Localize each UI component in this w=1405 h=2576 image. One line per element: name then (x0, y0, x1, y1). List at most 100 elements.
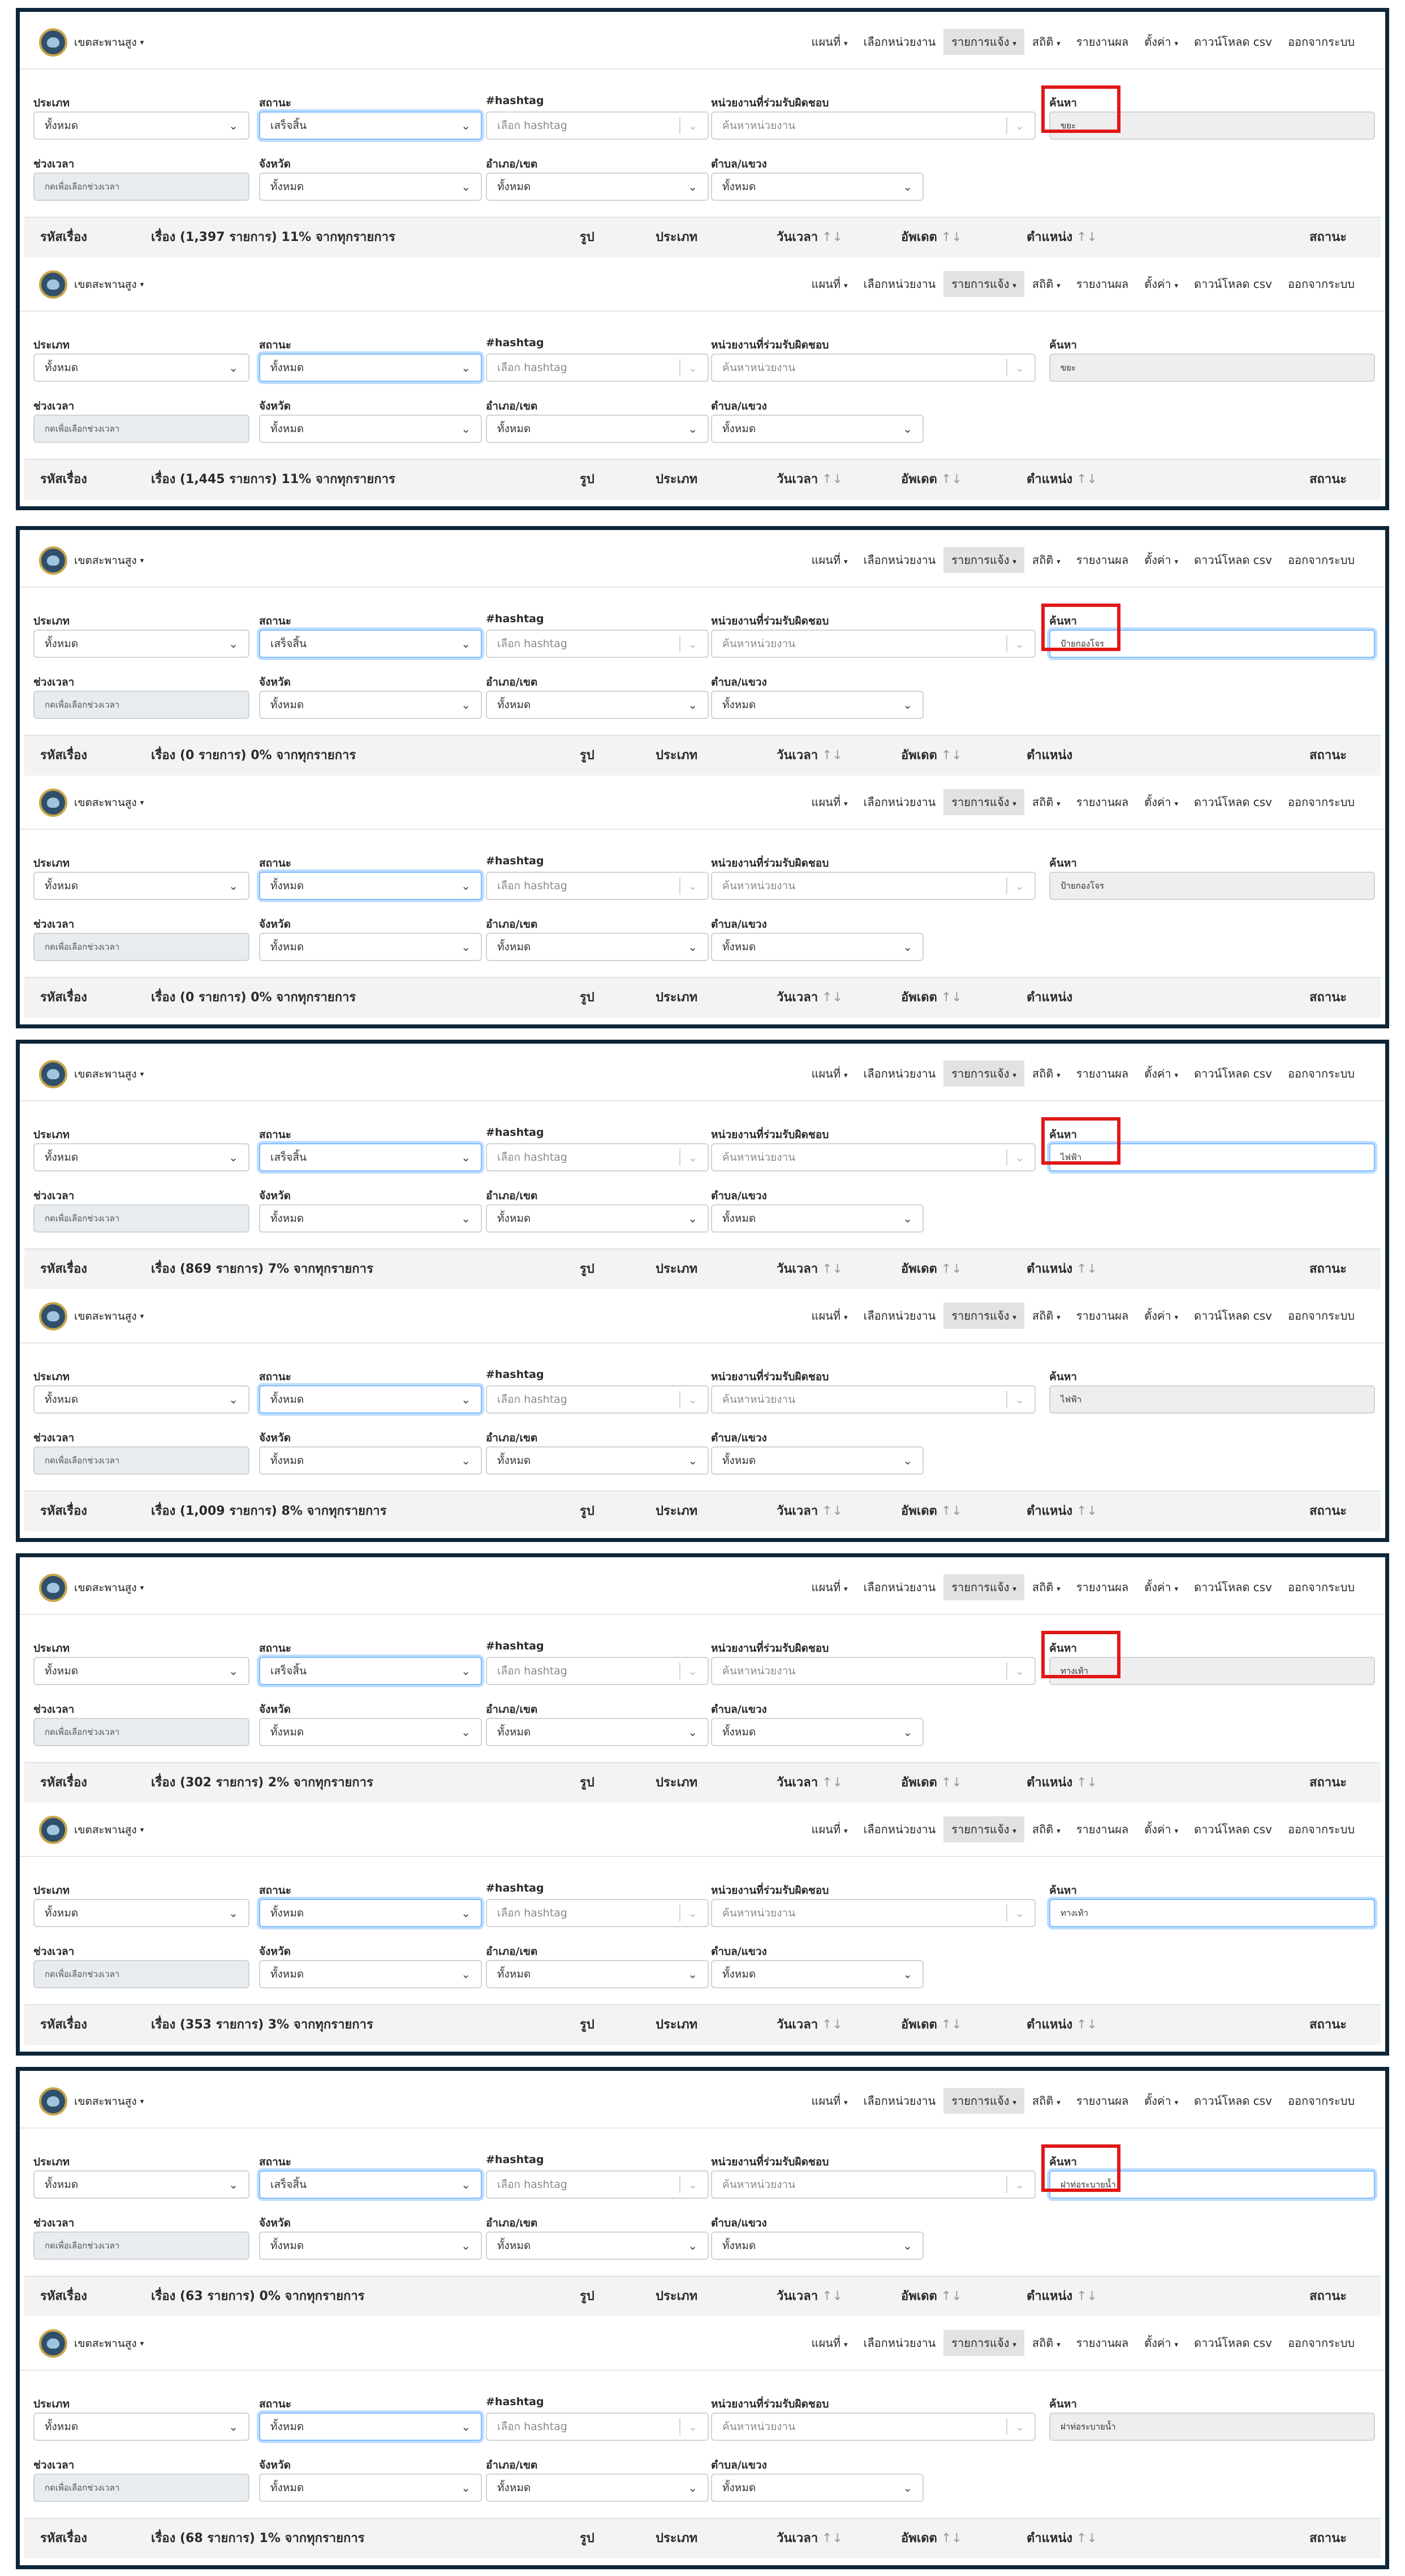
menu-logout[interactable]: ออกจากระบบ (1280, 2088, 1363, 2114)
subdistrict-select[interactable]: ทั้งหมด ⌄ (711, 933, 924, 961)
menu-results-report[interactable]: รายงานผล (1068, 789, 1136, 815)
menu-report-list[interactable]: รายการแจ้ง ▾ (943, 547, 1024, 573)
menu-select-agency[interactable]: เลือกหน่วยงาน (856, 1816, 944, 1842)
district-select[interactable]: ทั้งหมด ⌄ (486, 1718, 709, 1746)
period-picker[interactable]: กดเพื่อเลือกช่วงเวลา (33, 415, 249, 443)
status-select[interactable]: เสร็จสิ้น ⌄ (259, 630, 482, 658)
menu-statistics[interactable]: สถิติ ▾ (1024, 1574, 1068, 1600)
menu-report-list[interactable]: รายการแจ้ง ▾ (943, 1061, 1024, 1087)
menu-settings[interactable]: ตั้งค่า ▾ (1136, 789, 1186, 815)
col-summary[interactable]: เรื่อง (1,397 รายการ) 11% จากทุกรายการ (151, 218, 395, 257)
agency-select[interactable]: ค้นหาหน่วยงาน ⌄ (711, 630, 1036, 658)
province-select[interactable]: ทั้งหมด ⌄ (259, 173, 482, 201)
type-select[interactable]: ทั้งหมด ⌄ (33, 1657, 249, 1685)
province-select[interactable]: ทั้งหมด ⌄ (259, 933, 482, 961)
col-date[interactable]: วันเวลา (777, 978, 843, 1018)
col-summary[interactable]: เรื่อง (68 รายการ) 1% จากทุกรายการ (151, 2519, 365, 2558)
menu-report-list[interactable]: รายการแจ้ง ▾ (943, 29, 1024, 55)
menu-map[interactable]: แผนที่ ▾ (804, 271, 856, 297)
menu-logout[interactable]: ออกจากระบบ (1280, 1816, 1363, 1842)
col-status[interactable]: สถานะ (1309, 1763, 1347, 1803)
menu-settings[interactable]: ตั้งค่า ▾ (1136, 2088, 1186, 2114)
col-type[interactable]: ประเภท (656, 460, 697, 499)
district-select[interactable]: ทั้งหมด ⌄ (486, 2474, 709, 2502)
province-select[interactable]: ทั้งหมด ⌄ (259, 1960, 482, 1988)
menu-download-csv[interactable]: ดาวน์โหลด csv (1186, 1816, 1280, 1842)
search-input[interactable]: ฝาท่อระบายน้ำ (1049, 2413, 1375, 2441)
col-image[interactable]: รูป (580, 1492, 594, 1531)
menu-select-agency[interactable]: เลือกหน่วยงาน (856, 29, 944, 55)
menu-select-agency[interactable]: เลือกหน่วยงาน (856, 1574, 944, 1600)
type-select[interactable]: ทั้งหมด ⌄ (33, 1385, 249, 1414)
province-select[interactable]: ทั้งหมด ⌄ (259, 691, 482, 719)
subdistrict-select[interactable]: ทั้งหมด ⌄ (711, 1718, 924, 1746)
menu-download-csv[interactable]: ดาวน์โหลด csv (1186, 547, 1280, 573)
hashtag-select[interactable]: เลือก hashtag ⌄ (486, 2170, 709, 2199)
col-status[interactable]: สถานะ (1309, 736, 1347, 776)
col-summary[interactable]: เรื่อง (353 รายการ) 3% จากทุกรายการ (151, 2005, 373, 2045)
menu-map[interactable]: แผนที่ ▾ (804, 2330, 856, 2356)
menu-download-csv[interactable]: ดาวน์โหลด csv (1186, 1061, 1280, 1087)
col-date[interactable]: วันเวลา (777, 736, 843, 776)
menu-logout[interactable]: ออกจากระบบ (1280, 789, 1363, 815)
period-picker[interactable]: กดเพื่อเลือกช่วงเวลา (33, 691, 249, 719)
menu-report-list[interactable]: รายการแจ้ง ▾ (943, 789, 1024, 815)
menu-statistics[interactable]: สถิติ ▾ (1024, 547, 1068, 573)
col-type[interactable]: ประเภท (656, 2277, 697, 2316)
menu-download-csv[interactable]: ดาวน์โหลด csv (1186, 1303, 1280, 1329)
agency-select[interactable]: ค้นหาหน่วยงาน ⌄ (711, 1657, 1036, 1685)
status-select[interactable]: ทั้งหมด ⌄ (259, 872, 482, 900)
menu-select-agency[interactable]: เลือกหน่วยงาน (856, 547, 944, 573)
col-image[interactable]: รูป (580, 736, 594, 776)
agency-select[interactable]: ค้นหาหน่วยงาน ⌄ (711, 872, 1036, 900)
period-picker[interactable]: กดเพื่อเลือกช่วงเวลา (33, 2474, 249, 2502)
col-location[interactable]: ตำแหน่ง (1027, 736, 1072, 776)
district-select[interactable]: ทั้งหมด ⌄ (486, 933, 709, 961)
col-summary[interactable]: เรื่อง (1,009 รายการ) 8% จากทุกรายการ (151, 1492, 386, 1531)
menu-results-report[interactable]: รายงานผล (1068, 1574, 1136, 1600)
province-select[interactable]: ทั้งหมด ⌄ (259, 1718, 482, 1746)
search-input[interactable]: ป้ายกองโจร (1049, 872, 1375, 900)
col-location[interactable]: ตำแหน่ง (1027, 978, 1072, 1018)
brand-dropdown[interactable]: เขตสะพานสูง ▾ (39, 788, 144, 817)
province-select[interactable]: ทั้งหมด ⌄ (259, 415, 482, 443)
menu-download-csv[interactable]: ดาวน์โหลด csv (1186, 1574, 1280, 1600)
agency-select[interactable]: ค้นหาหน่วยงาน ⌄ (711, 1385, 1036, 1414)
period-picker[interactable]: กดเพื่อเลือกช่วงเวลา (33, 1204, 249, 1233)
col-date[interactable]: วันเวลา (777, 218, 843, 257)
menu-map[interactable]: แผนที่ ▾ (804, 1574, 856, 1600)
col-status[interactable]: สถานะ (1309, 2277, 1347, 2316)
col-type[interactable]: ประเภท (656, 1250, 697, 1289)
col-id[interactable]: รหัสเรื่อง (40, 2519, 87, 2558)
type-select[interactable]: ทั้งหมด ⌄ (33, 1899, 249, 1927)
menu-logout[interactable]: ออกจากระบบ (1280, 547, 1363, 573)
province-select[interactable]: ทั้งหมด ⌄ (259, 2474, 482, 2502)
col-summary[interactable]: เรื่อง (302 รายการ) 2% จากทุกรายการ (151, 1763, 373, 1803)
brand-dropdown[interactable]: เขตสะพานสูง ▾ (39, 1573, 144, 1603)
col-location[interactable]: ตำแหน่ง (1027, 218, 1097, 257)
col-summary[interactable]: เรื่อง (1,445 รายการ) 11% จากทุกรายการ (151, 460, 395, 499)
agency-select[interactable]: ค้นหาหน่วยงาน ⌄ (711, 1899, 1036, 1927)
status-select[interactable]: เสร็จสิ้น ⌄ (259, 1657, 482, 1685)
menu-select-agency[interactable]: เลือกหน่วยงาน (856, 1303, 944, 1329)
col-type[interactable]: ประเภท (656, 2519, 697, 2558)
col-id[interactable]: รหัสเรื่อง (40, 2005, 87, 2045)
col-updated[interactable]: อัพเดต (901, 1492, 962, 1531)
menu-report-list[interactable]: รายการแจ้ง ▾ (943, 2330, 1024, 2356)
menu-report-list[interactable]: รายการแจ้ง ▾ (943, 2088, 1024, 2114)
col-updated[interactable]: อัพเดต (901, 736, 962, 776)
col-id[interactable]: รหัสเรื่อง (40, 1492, 87, 1531)
menu-select-agency[interactable]: เลือกหน่วยงาน (856, 2330, 944, 2356)
menu-report-list[interactable]: รายการแจ้ง ▾ (943, 1574, 1024, 1600)
menu-statistics[interactable]: สถิติ ▾ (1024, 789, 1068, 815)
brand-dropdown[interactable]: เขตสะพานสูง ▾ (39, 1302, 144, 1331)
menu-report-list[interactable]: รายการแจ้ง ▾ (943, 1816, 1024, 1842)
col-id[interactable]: รหัสเรื่อง (40, 218, 87, 257)
menu-logout[interactable]: ออกจากระบบ (1280, 1061, 1363, 1087)
menu-statistics[interactable]: สถิติ ▾ (1024, 2088, 1068, 2114)
menu-report-list[interactable]: รายการแจ้ง ▾ (943, 1303, 1024, 1329)
search-input[interactable]: ไฟฟ้า (1049, 1385, 1375, 1414)
col-status[interactable]: สถานะ (1309, 978, 1347, 1018)
district-select[interactable]: ทั้งหมด ⌄ (486, 173, 709, 201)
menu-results-report[interactable]: รายงานผล (1068, 29, 1136, 55)
